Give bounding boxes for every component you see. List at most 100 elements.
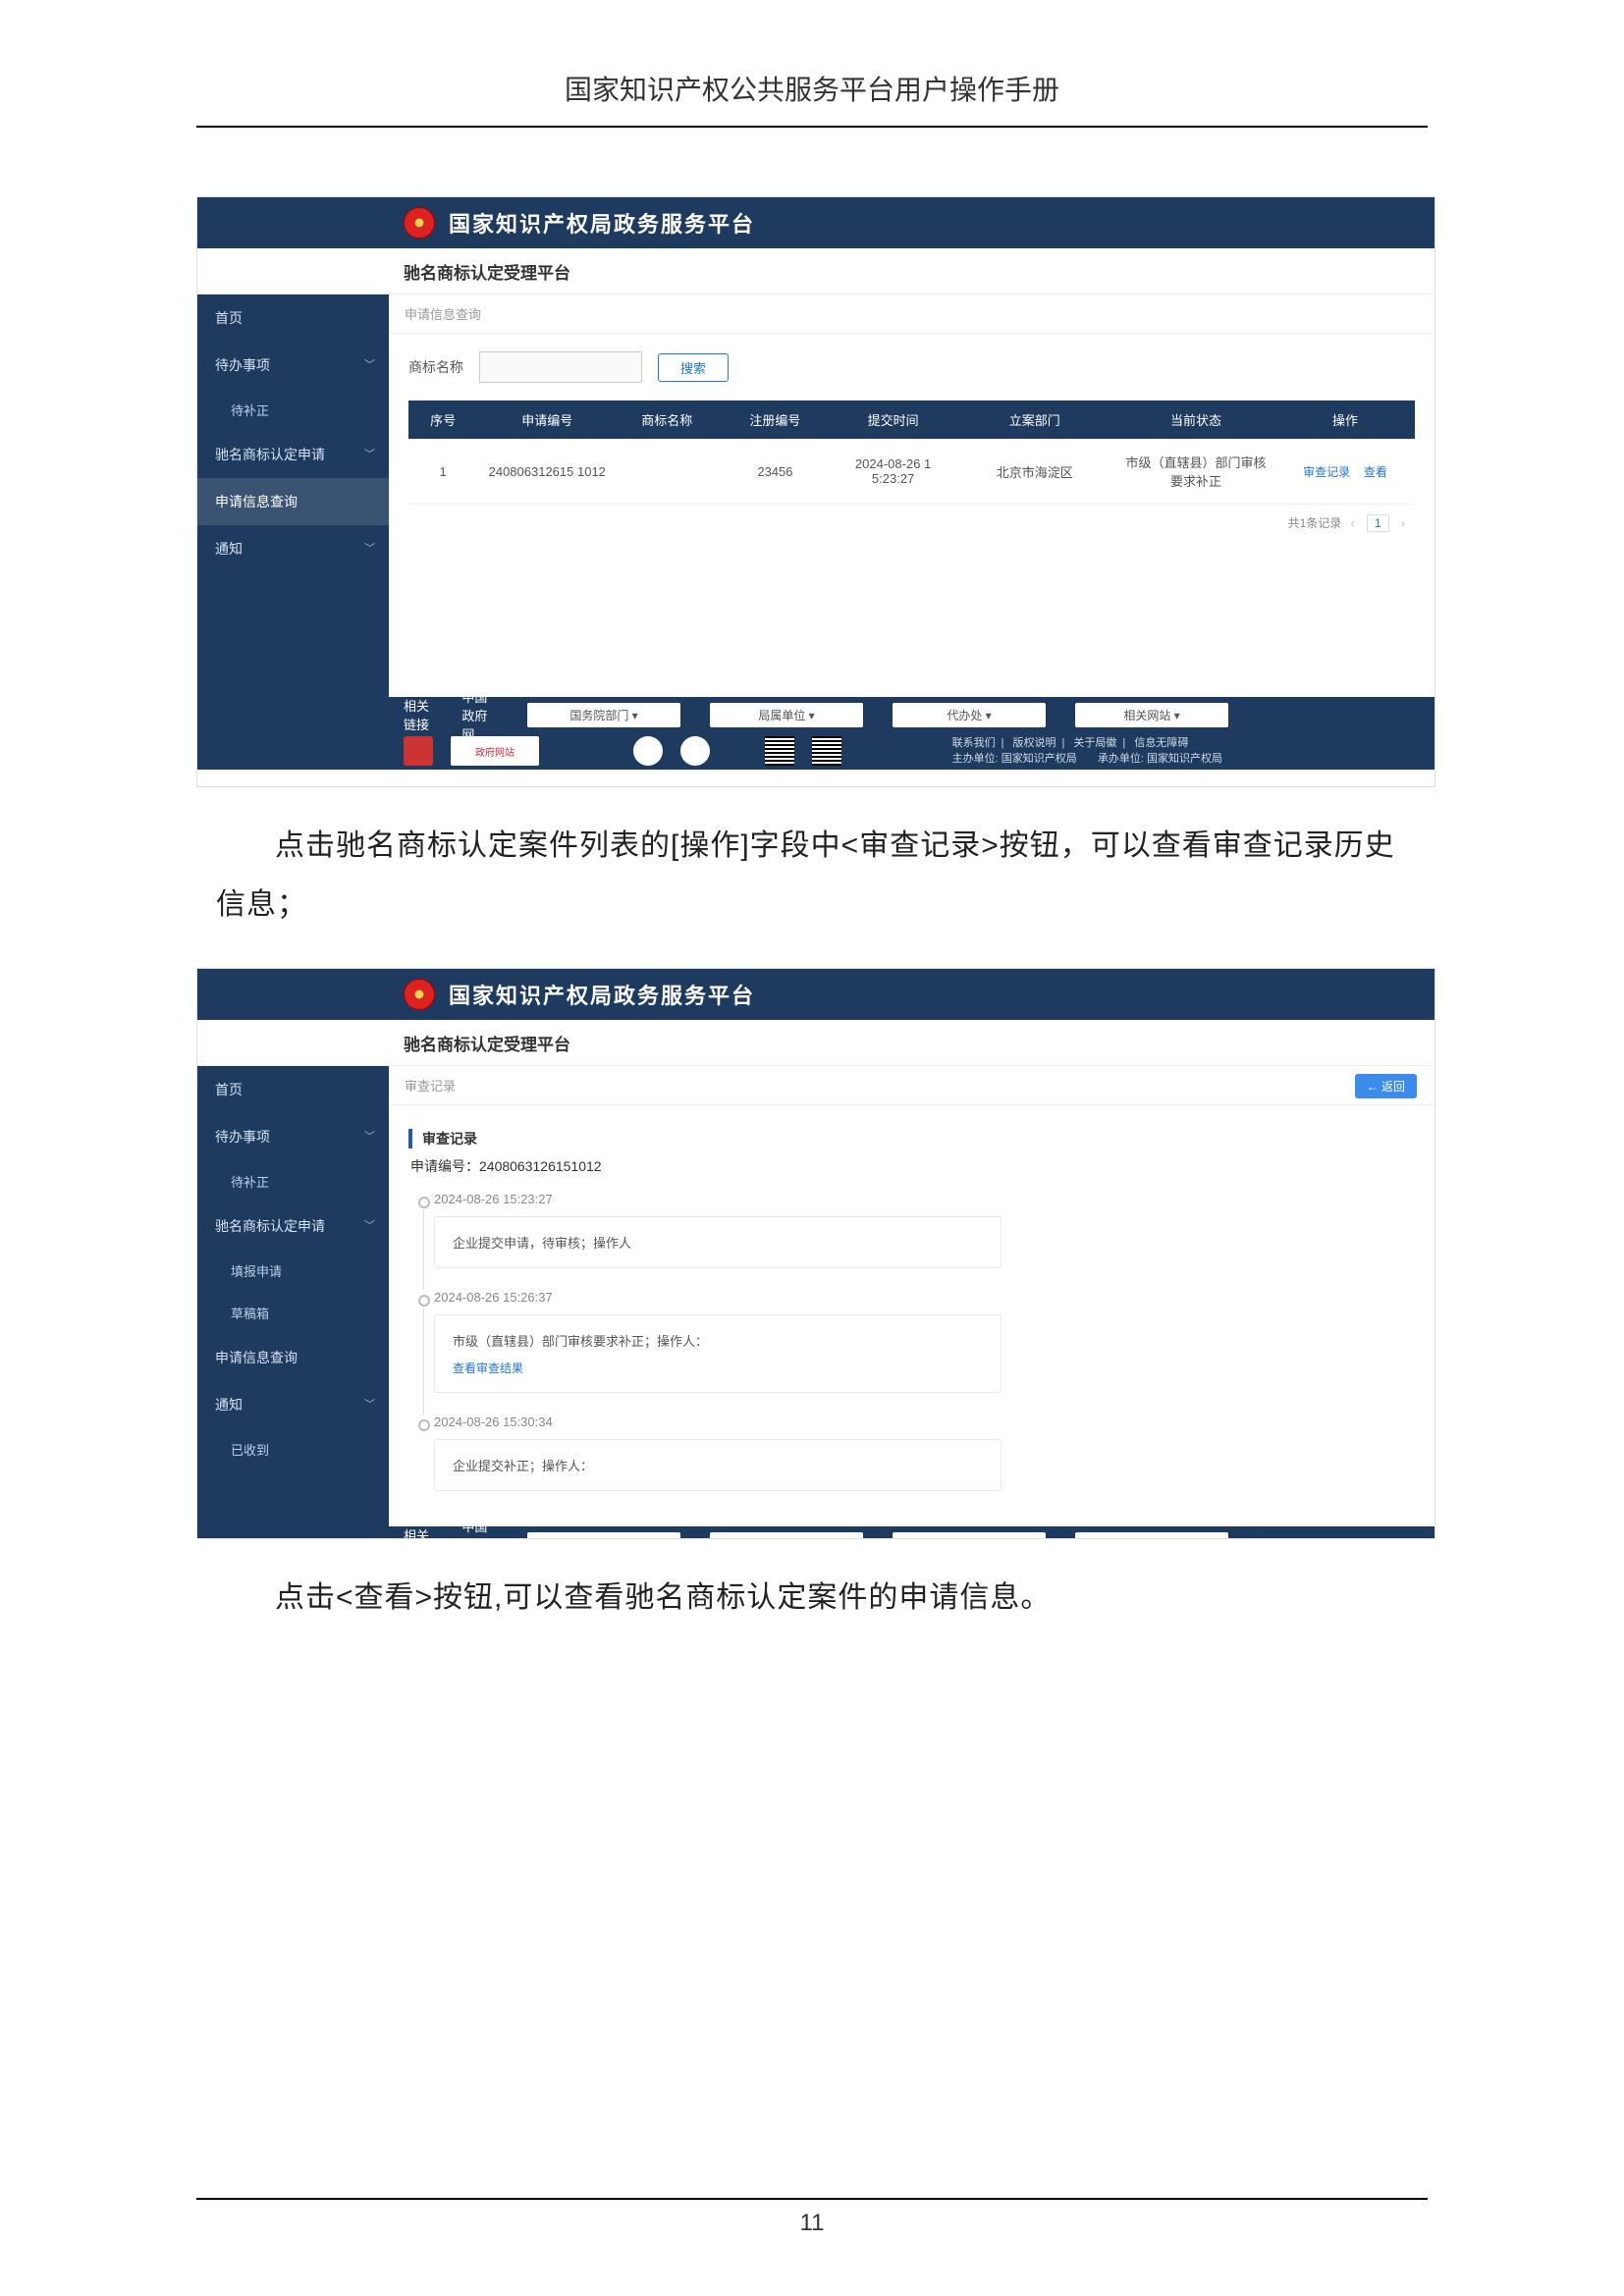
footer-copyright[interactable]: 版权说明 xyxy=(1013,737,1056,749)
footer-about-emblem[interactable]: 关于局徽 xyxy=(1073,737,1116,749)
footer-select-agency[interactable]: 代办处 ▾ xyxy=(893,703,1046,727)
pagination: 共1条记录 ‹ 1 › xyxy=(408,505,1415,542)
footer-org2: 承办单位: 国家知识产权局 xyxy=(1098,753,1222,765)
cell-status: 市级（直辖县）部门审核要求补正 xyxy=(1116,439,1275,505)
qr-code-icon xyxy=(812,736,841,766)
search-button[interactable]: 搜索 xyxy=(658,353,729,382)
sidebar-item-pending[interactable]: 待办事项 ﹀ xyxy=(197,342,389,389)
breadcrumb-label: 审查记录 xyxy=(405,1079,456,1094)
pager-next[interactable]: › xyxy=(1401,516,1405,530)
sidebar-item-notice[interactable]: 通知 ﹀ xyxy=(197,1381,389,1428)
chevron-down-icon: ﹀ xyxy=(364,1396,375,1412)
sidebar-item-label: 通知 xyxy=(215,1397,243,1413)
qr-code-icon xyxy=(765,736,794,766)
timeline-time: 2024-08-26 15:30:34 xyxy=(434,1415,1415,1429)
sidebar-item-apply[interactable]: 驰名商标认定申请 ﹀ xyxy=(197,1202,389,1250)
doc-paragraph-2: 点击<查看>按钮,可以查看驰名商标认定案件的申请信息。 xyxy=(216,1569,1408,1628)
footer-select-depts[interactable]: 国务院部门 ▾ xyxy=(527,703,680,727)
sidebar-sub-received[interactable]: 已收到 xyxy=(197,1428,389,1470)
chevron-down-icon: ﹀ xyxy=(364,356,375,372)
footer-contact[interactable]: 联系我们 xyxy=(952,737,996,749)
gov-site-badge: 政府网站 xyxy=(451,736,539,766)
th-reg-no: 注册编号 xyxy=(717,400,833,439)
chevron-down-icon: ﹀ xyxy=(364,540,375,556)
sidebar-item-query[interactable]: 申请信息查询 xyxy=(197,1334,389,1381)
module-header: 驰名商标认定受理平台 xyxy=(197,248,1435,294)
timeline-detail: 市级（直辖县）部门审核要求补正；操作人：查看审查结果 xyxy=(434,1314,1001,1393)
footer-select-units[interactable]: 局属单位 ▾ xyxy=(710,703,863,727)
sidebar-item-label: 待办事项 xyxy=(215,1129,270,1145)
cell-index: 1 xyxy=(408,439,477,505)
cell-dept: 北京市海淀区 xyxy=(953,439,1116,505)
footer-links-row: 相关链接 中国政府网 国务院部门 ▾ 局属单位 ▾ 代办处 ▾ 相关网站 ▾ xyxy=(197,697,1435,732)
th-ops: 操作 xyxy=(1275,400,1415,439)
chevron-down-icon: ﹀ xyxy=(364,1128,375,1144)
footer-gov-link[interactable]: 中国政府网 xyxy=(461,687,498,743)
sidebar-item-notice[interactable]: 通知 ﹀ xyxy=(197,525,389,572)
chevron-down-icon: ﹀ xyxy=(364,1217,375,1233)
sidebar-sub-draft[interactable]: 草稿箱 xyxy=(197,1292,389,1334)
module-header: 驰名商标认定受理平台 xyxy=(197,1020,1435,1066)
sidebar-item-home[interactable]: 首页 xyxy=(197,294,389,342)
timeline-detail: 企业提交补正；操作人： xyxy=(434,1439,1001,1491)
record-app-id: 申请编号：2408063126151012 xyxy=(410,1156,1415,1176)
timeline-time: 2024-08-26 15:26:37 xyxy=(434,1290,1415,1305)
results-table: 序号 申请编号 商标名称 注册编号 提交时间 立案部门 当前状态 操作 1 24… xyxy=(408,400,1415,505)
cell-app-no: 240806312615 1012 xyxy=(477,439,617,505)
chevron-down-icon: ﹀ xyxy=(364,446,375,461)
cell-reg-no: 23456 xyxy=(717,439,833,505)
footer-links-label: 相关链接 xyxy=(404,696,432,733)
sidebar-item-label: 驰名商标认定申请 xyxy=(215,447,325,462)
sidebar-item-home[interactable]: 首页 xyxy=(197,1066,389,1113)
review-timeline: 2024-08-26 15:23:27企业提交申请，待审核；操作人2024-08… xyxy=(412,1188,1415,1509)
footer-accessibility[interactable]: 信息无障碍 xyxy=(1134,737,1188,749)
footer-info: 联系我们| 版权说明| 关于局徽| 信息无障碍 主办单位: 国家知识产权局 承办… xyxy=(947,735,1228,768)
footer-select-agency[interactable]: 代办处 ▾ xyxy=(893,1532,1046,1540)
search-label: 商标名称 xyxy=(408,357,463,377)
record-id-value: 2408063126151012 xyxy=(479,1158,602,1174)
timeline-time: 2024-08-26 15:23:27 xyxy=(434,1192,1415,1206)
national-emblem-icon xyxy=(404,979,435,1010)
footer-links-row: 相关链接 中国政府网 国务院部门 ▾ 局属单位 ▾ 代办处 ▾ 相关网站 ▾ xyxy=(197,1526,1435,1539)
pager-page-1[interactable]: 1 xyxy=(1367,514,1389,532)
sidebar-sub-fill[interactable]: 填报申请 xyxy=(197,1250,389,1292)
round-seal-icon xyxy=(680,736,710,766)
th-submit-time: 提交时间 xyxy=(834,400,953,439)
app-title: 国家知识产权局政务服务平台 xyxy=(449,979,755,1010)
back-button[interactable]: ← 返回 xyxy=(1355,1074,1417,1098)
sidebar-item-label: 通知 xyxy=(215,541,243,557)
pager-prev[interactable]: ‹ xyxy=(1351,516,1355,530)
footer-select-units[interactable]: 局属单位 ▾ xyxy=(710,1532,863,1540)
sidebar-sub-correction[interactable]: 待补正 xyxy=(197,1160,389,1202)
document-title: 国家知识产权公共服务平台用户操作手册 xyxy=(196,69,1428,108)
view-review-result-link[interactable]: 查看审查结果 xyxy=(453,1360,983,1376)
gov-mark-icon xyxy=(404,736,433,766)
cell-name xyxy=(617,439,717,505)
cell-submit-time: 2024-08-26 1 5:23:27 xyxy=(834,439,953,505)
footer-rule xyxy=(196,2198,1428,2200)
search-bar: 商标名称 搜索 xyxy=(408,351,1415,383)
trademark-name-input[interactable] xyxy=(479,351,642,383)
footer-links-label: 相关链接 xyxy=(404,1525,432,1539)
timeline-text: 企业提交补正；操作人： xyxy=(453,1456,983,1474)
main-content: 申请信息查询 商标名称 搜索 序号 申请编号 商标名称 注册编号 提交时间 xyxy=(389,294,1435,697)
sidebar-item-apply[interactable]: 驰名商标认定申请 ﹀ xyxy=(197,431,389,478)
doc-paragraph-1: 点击驰名商标认定案件列表的[操作]字段中<审查记录>按钮，可以查看审查记录历史信… xyxy=(216,817,1408,934)
app-header: 国家知识产权局政务服务平台 xyxy=(197,969,1435,1020)
sidebar-sub-correction[interactable]: 待补正 xyxy=(197,389,389,431)
footer-select-sites[interactable]: 相关网站 ▾ xyxy=(1075,1532,1228,1540)
footer-gov-link[interactable]: 中国政府网 xyxy=(461,1517,498,1540)
sidebar-item-pending[interactable]: 待办事项 ﹀ xyxy=(197,1113,389,1160)
view-link[interactable]: 查看 xyxy=(1364,465,1387,479)
sidebar-item-query[interactable]: 申请信息查询 xyxy=(197,478,389,525)
screenshot-2: 国家知识产权局政务服务平台 驰名商标认定受理平台 首页 待办事项 ﹀ 待补正 驰… xyxy=(196,968,1435,1539)
cell-ops: 审查记录 查看 xyxy=(1275,439,1415,505)
footer-select-sites[interactable]: 相关网站 ▾ xyxy=(1075,703,1228,727)
round-seal-icon xyxy=(633,736,663,766)
sidebar-item-label: 驰名商标认定申请 xyxy=(215,1218,325,1234)
footer-org1: 主办单位: 国家知识产权局 xyxy=(952,753,1077,765)
footer-select-depts[interactable]: 国务院部门 ▾ xyxy=(527,1532,680,1540)
review-record-link[interactable]: 审查记录 xyxy=(1303,465,1350,479)
footer-badges-row: 政府网站 联系我们| 版权说明| 关于局徽| 信息无障碍 主办单位: 国家知识产… xyxy=(197,732,1435,770)
sidebar: 首页 待办事项 ﹀ 待补正 驰名商标认定申请 ﹀ 申请信息查询 通知 ﹀ xyxy=(197,294,389,697)
